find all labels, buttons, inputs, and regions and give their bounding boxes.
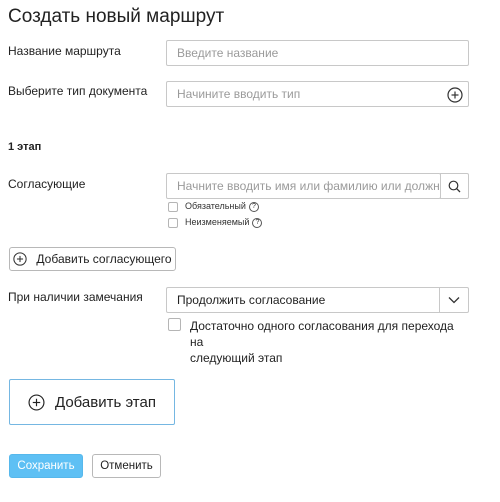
remark-selected-value: Продолжить согласование [177,293,326,307]
page-title: Создать новый маршрут [8,6,225,27]
save-button[interactable]: Сохранить [9,454,83,478]
add-approver-button[interactable]: Добавить согласующего [9,247,176,271]
add-approver-label: Добавить согласующего [36,252,172,266]
immutable-option: Неизменяемый? [185,217,263,228]
plus-circle-icon [13,252,28,266]
doc-type-input[interactable]: Начините вводить тип [166,81,469,107]
single-approval-label-line1: Достаточно одного согласования для перех… [190,319,454,349]
question-circle-icon[interactable]: ? [248,201,259,212]
mandatory-option: Обязательный? [185,201,259,212]
question-circle-icon[interactable]: ? [252,217,263,228]
cancel-button[interactable]: Отменить [92,454,161,478]
plus-circle-icon [28,393,45,411]
single-approval-checkbox[interactable] [168,318,181,331]
approvers-placeholder: Начните вводить имя или фамилию или долж… [177,179,441,193]
mandatory-checkbox[interactable] [168,202,178,212]
route-name-input[interactable]: Введите название [166,40,469,66]
approvers-search-button[interactable] [440,173,469,199]
doc-type-label: Выберите тип документа [8,84,148,98]
plus-circle-icon [447,87,463,103]
remark-dropdown-toggle[interactable] [439,288,468,312]
add-doc-type-button[interactable] [446,86,464,104]
stage-title: 1 этап [8,141,42,153]
chevron-down-icon [448,297,460,304]
single-approval-label-line2: следующий этап [190,351,283,365]
search-icon [448,180,461,192]
approvers-label: Согласующие [8,177,86,191]
immutable-checkbox[interactable] [168,218,178,228]
route-name-label: Название маршрута [8,44,121,58]
route-name-placeholder: Введите название [177,46,279,60]
remark-label: При наличии замечания [8,290,143,304]
doc-type-placeholder: Начините вводить тип [177,87,301,101]
add-stage-label: Добавить этап [55,393,156,411]
mandatory-label: Обязательный [185,201,246,211]
single-approval-label: Достаточно одного согласования для перех… [190,318,460,366]
add-stage-button[interactable]: Добавить этап [9,379,175,425]
immutable-label: Неизменяемый [185,217,250,227]
approvers-search-input[interactable]: Начните вводить имя или фамилию или долж… [166,173,441,199]
remark-select[interactable]: Продолжить согласование [166,287,469,313]
